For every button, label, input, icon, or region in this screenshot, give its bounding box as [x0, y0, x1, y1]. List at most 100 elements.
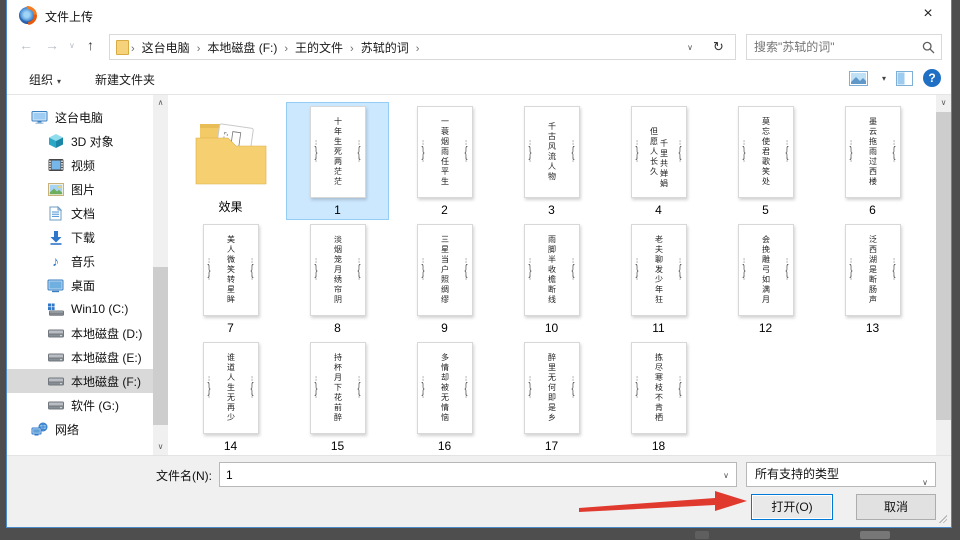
organize-button[interactable]: 组织 ▾	[29, 71, 61, 88]
file-item[interactable]: ¦} ¦ 持杯月下花前醉 ¦{¦ 15	[286, 338, 389, 455]
sidebar-item[interactable]: 下载	[7, 225, 153, 249]
filename-input[interactable]	[226, 464, 706, 485]
file-item[interactable]: ¦} ¦ 墨云拖雨过西楼 ¦{¦ 6	[821, 102, 924, 220]
breadcrumb-item[interactable]: 这台电脑	[135, 41, 197, 55]
file-list-scroll-thumb[interactable]	[936, 112, 951, 420]
sidebar-item[interactable]: 桌面	[7, 273, 153, 297]
card-text: 莫忘使君歌笑处	[761, 117, 771, 187]
sidebar-item[interactable]: 软件 (G:)	[7, 393, 153, 417]
sidebar-item-label: 视频	[71, 158, 96, 173]
help-icon[interactable]: ?	[923, 69, 941, 87]
breadcrumb-item[interactable]: 苏轼的词	[354, 41, 416, 55]
file-item[interactable]: ¦} ¦ 雨脚半收檐断线 ¦{¦ 10	[500, 220, 603, 338]
file-list-scrollbar[interactable]: ∧ ∨	[936, 95, 951, 455]
file-item[interactable]: ¦} ¦ 拣尽寒枝不肯栖 ¦{¦ 18	[607, 338, 710, 455]
card-text: 但愿人长久	[649, 127, 659, 177]
scroll-down-icon[interactable]: ∨	[936, 95, 951, 111]
poem-card-thumbnail: ¦} ¦ 一蓑烟雨任平生 ¦{¦	[416, 106, 473, 198]
file-item[interactable]: ¦} ¦ 三星当户照绸缪 ¦{¦ 9	[393, 220, 496, 338]
background-page-fragment	[695, 531, 709, 539]
ornament-left: ¦} ¦	[528, 258, 532, 281]
sidebar: 这台电脑 3D 对象视频图片文档下载 ♪ 音乐桌面 Win10 (C:) 本地磁盘 (D:…	[7, 95, 153, 455]
sidebar-item[interactable]: 本地磁盘 (D:)	[7, 321, 153, 345]
file-item[interactable]: ¦} ¦ 谁道人生无再少 ¦{¦ 14	[179, 338, 282, 455]
sidebar-scrollbar[interactable]: ∧ ∨	[153, 95, 168, 455]
sidebar-scroll-thumb[interactable]	[153, 267, 168, 425]
cancel-button[interactable]: 取消	[856, 494, 936, 520]
file-item[interactable]: ¦} ¦ 莫忘使君歌笑处 ¦{¦ 5	[714, 102, 817, 220]
file-name: 11	[652, 321, 665, 335]
new-folder-button[interactable]: 新建文件夹	[95, 71, 155, 88]
folder-icon	[195, 123, 266, 185]
sidebar-list: 这台电脑 3D 对象视频图片文档下载 ♪ 音乐桌面 Win10 (C:) 本地磁盘 (D:…	[7, 105, 153, 441]
sidebar-item-label: 桌面	[71, 278, 96, 293]
sidebar-item-label: 文档	[71, 206, 96, 221]
sidebar-item-label: 图片	[71, 182, 96, 197]
file-item[interactable]: ¦} ¦ 美人微笑转星眸 ¦{¦ 7	[179, 220, 282, 338]
file-name: 5	[762, 203, 769, 217]
file-item[interactable]: ¦} ¦ 会挽雕弓如满月 ¦{¦ 12	[714, 220, 817, 338]
close-icon[interactable]: ×	[913, 2, 943, 26]
file-name: 15	[330, 439, 345, 453]
sidebar-item[interactable]: 本地磁盘 (F:)	[7, 369, 153, 393]
poem-card-thumbnail: ¦} ¦ 莫忘使君歌笑处 ¦{¦	[737, 106, 794, 198]
search-box[interactable]	[746, 34, 942, 60]
file-item[interactable]: ¦} ¦ 一蓑烟雨任平生 ¦{¦ 2	[393, 102, 496, 220]
file-item[interactable]: ¦} ¦ 千古风流人物 ¦{¦ 3	[500, 102, 603, 220]
sidebar-item[interactable]: 这台电脑	[7, 105, 153, 129]
sidebar-item[interactable]: 3D 对象	[7, 129, 153, 153]
sidebar-item-label: 本地磁盘 (D:)	[71, 326, 143, 341]
address-bar[interactable]: › 这台电脑 › 本地磁盘 (F:) › 王的文件 › 苏轼的词 › ∨	[109, 34, 703, 60]
view-options-caret-icon[interactable]: ▾	[882, 74, 886, 83]
file-item[interactable]: ¦} ¦ 但愿人长久 千里共婵娟 ¦{¦ 4	[607, 102, 710, 220]
sidebar-item[interactable]: 视频	[7, 153, 153, 177]
file-item[interactable]: ¦} ¦ 多情却被无情恼 ¦{¦ 16	[393, 338, 496, 455]
folder-name: 效果	[218, 200, 243, 214]
ornament-right: ¦{¦	[678, 258, 682, 281]
search-input[interactable]	[754, 36, 914, 58]
preview-pane-icon[interactable]	[896, 70, 913, 86]
chevron-down-icon[interactable]: ∨	[723, 471, 729, 480]
ornament-left: ¦} ¦	[635, 376, 639, 399]
file-item[interactable]: ¦} ¦ 老夫聊发少年狂 ¦{¦ 11	[607, 220, 710, 338]
forward-button[interactable]: →	[45, 37, 59, 53]
address-folder-icon	[116, 39, 129, 55]
breadcrumb-item[interactable]: 本地磁盘 (F:)	[200, 41, 284, 55]
breadcrumb-item[interactable]: 王的文件	[288, 41, 350, 55]
ornament-right: ¦{¦	[357, 376, 361, 399]
scroll-up-icon[interactable]: ∧	[153, 95, 168, 111]
red-arrow-annotation	[579, 491, 747, 512]
drive-win-icon	[47, 301, 64, 317]
folder-item[interactable]: 效果	[179, 102, 282, 220]
sidebar-item[interactable]: 文档	[7, 201, 153, 225]
card-text: 拣尽寒枝不肯栖	[654, 353, 664, 423]
scroll-down-icon[interactable]: ∨	[153, 439, 168, 455]
filetype-select[interactable]: 所有支持的类型 ∨	[746, 462, 936, 487]
file-name: 17	[544, 439, 559, 453]
sidebar-item[interactable]: ♪ 音乐	[7, 249, 153, 273]
card-text: 墨云拖雨过西楼	[868, 117, 878, 187]
file-item[interactable]: ¦} ¦ 泛西湖是断肠声 ¦{¦ 13	[821, 220, 924, 338]
file-name: 14	[223, 439, 238, 453]
sidebar-item[interactable]: 图片	[7, 177, 153, 201]
file-item[interactable]: ¦} ¦ 十年生死两茫茫 ¦{¦ 1	[286, 102, 389, 220]
up-button[interactable]: ↑	[87, 37, 94, 53]
file-item[interactable]: ¦} ¦ 醉里无何即是乡 ¦{¦ 17	[500, 338, 603, 455]
filename-label: 文件名(N):	[156, 469, 212, 483]
sidebar-item[interactable]: 网络	[7, 417, 153, 441]
refresh-button[interactable]: ↻	[702, 34, 736, 60]
ornament-right: ¦{¦	[571, 258, 575, 281]
back-button[interactable]: ←	[19, 37, 33, 53]
open-button[interactable]: 打开(O)	[751, 494, 833, 520]
filename-combobox[interactable]: ∨	[219, 462, 737, 487]
computer-icon	[31, 109, 48, 125]
recent-locations-chevron-icon[interactable]: ∨	[69, 41, 75, 50]
address-dropdown-icon[interactable]: ∨	[687, 43, 702, 52]
thumbnail-view-icon[interactable]	[848, 70, 868, 86]
resize-grip[interactable]	[939, 515, 947, 523]
sidebar-item[interactable]: 本地磁盘 (E:)	[7, 345, 153, 369]
file-name: 4	[655, 203, 662, 217]
sidebar-item[interactable]: Win10 (C:)	[7, 297, 153, 321]
file-name: 13	[865, 321, 880, 335]
file-item[interactable]: ¦} ¦ 淡烟笼月绣帘阴 ¦{¦ 8	[286, 220, 389, 338]
